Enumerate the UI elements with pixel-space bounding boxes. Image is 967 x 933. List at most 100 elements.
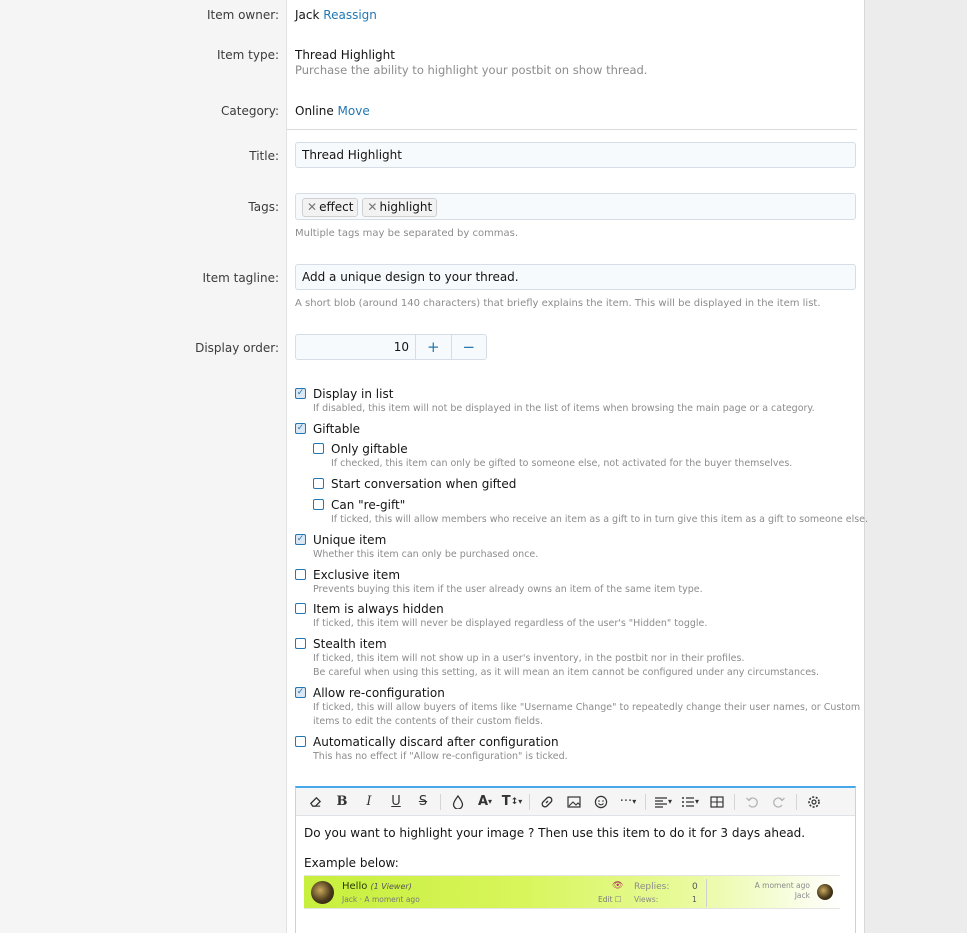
option-label: Can "re-gift" bbox=[331, 498, 406, 512]
avatar bbox=[311, 881, 334, 904]
tags-hint: Multiple tags may be separated by commas… bbox=[295, 228, 519, 239]
option-hint-2: Be careful when using this setting, as i… bbox=[313, 667, 820, 678]
option-label: Item is always hidden bbox=[313, 602, 444, 616]
tags-label: Tags: bbox=[248, 200, 279, 214]
section-divider bbox=[287, 129, 857, 130]
checkbox[interactable]: ✓ bbox=[295, 388, 306, 399]
item-type-desc: Purchase the ability to highlight your p… bbox=[295, 63, 648, 77]
category-label: Category: bbox=[221, 104, 279, 118]
option-always-hidden[interactable]: Item is always hidden bbox=[295, 602, 444, 616]
tag-chip[interactable]: ✕ effect bbox=[302, 198, 359, 217]
checkbox[interactable] bbox=[313, 443, 324, 454]
underline-icon[interactable]: U bbox=[385, 792, 407, 812]
checkbox[interactable] bbox=[295, 603, 306, 614]
remove-tag-icon[interactable]: ✕ bbox=[367, 200, 377, 214]
settings-icon[interactable] bbox=[803, 792, 825, 812]
avatar bbox=[817, 884, 833, 900]
checkbox[interactable] bbox=[295, 569, 306, 580]
item-owner-label: Item owner: bbox=[206, 8, 279, 22]
strike-icon[interactable]: S bbox=[412, 792, 434, 812]
tag-text: highlight bbox=[379, 200, 433, 214]
tagline-hint: A short blob (around 140 characters) tha… bbox=[295, 298, 821, 309]
checkbox[interactable]: ✓ bbox=[295, 534, 306, 545]
option-label: Only giftable bbox=[331, 442, 408, 456]
checkbox[interactable] bbox=[313, 499, 324, 510]
preview-views-value: 1 bbox=[692, 895, 697, 904]
title-label: Title: bbox=[249, 149, 279, 163]
bold-icon[interactable]: B bbox=[331, 792, 353, 812]
preview-title-text: Hello bbox=[342, 881, 368, 892]
list-icon[interactable]: ▾ bbox=[679, 792, 701, 812]
align-icon[interactable]: ▾ bbox=[652, 792, 674, 812]
checkbox[interactable] bbox=[313, 478, 324, 489]
category-value: Online Move bbox=[295, 104, 370, 118]
redo-icon[interactable] bbox=[768, 792, 790, 812]
italic-icon[interactable]: I bbox=[358, 792, 380, 812]
preview-viewers: (1 Viewer) bbox=[370, 882, 412, 891]
category-name: Online bbox=[295, 104, 334, 118]
option-can-regift[interactable]: Can "re-gift" bbox=[313, 498, 405, 512]
smilie-icon[interactable] bbox=[590, 792, 612, 812]
eye-icon: 👁 bbox=[612, 881, 624, 891]
more-icon[interactable]: ··· ▾ bbox=[617, 792, 639, 812]
editor-toolbar: B I U S A ▾ T ↕ ▾ ··· ▾ ▾ ▾ bbox=[296, 788, 855, 816]
option-auto-discard[interactable]: Automatically discard after configuratio… bbox=[295, 735, 559, 749]
description-line-1: Do you want to highlight your image ? Th… bbox=[304, 826, 806, 840]
item-owner-value: Jack Reassign bbox=[295, 8, 377, 22]
preview-edit: Edit ☐ bbox=[598, 895, 622, 904]
option-unique-item[interactable]: ✓ Unique item bbox=[295, 533, 386, 547]
option-exclusive-item[interactable]: Exclusive item bbox=[295, 568, 400, 582]
tag-text: effect bbox=[319, 200, 354, 214]
option-label: Unique item bbox=[313, 533, 387, 547]
tagline-input[interactable]: Add a unique design to your thread. bbox=[295, 264, 856, 290]
preview-last-user: Jack bbox=[794, 891, 810, 900]
tagline-label: Item tagline: bbox=[202, 271, 279, 285]
owner-name: Jack bbox=[295, 8, 320, 22]
option-hint: This has no effect if "Allow re-configur… bbox=[313, 751, 568, 762]
option-allow-reconfiguration[interactable]: ✓ Allow re-configuration bbox=[295, 686, 445, 700]
preview-edit-text: Edit bbox=[598, 895, 613, 904]
eraser-icon[interactable] bbox=[304, 792, 326, 812]
option-giftable[interactable]: ✓ Giftable bbox=[295, 422, 360, 436]
decrement-button[interactable]: − bbox=[450, 335, 487, 359]
link-icon[interactable] bbox=[536, 792, 558, 812]
title-input[interactable]: Thread Highlight bbox=[295, 142, 856, 168]
display-order-label: Display order: bbox=[195, 341, 279, 355]
option-only-giftable[interactable]: Only giftable bbox=[313, 442, 408, 456]
tags-input[interactable]: ✕ effect ✕ highlight bbox=[295, 193, 856, 220]
preview-divider bbox=[706, 879, 707, 907]
reassign-link[interactable]: Reassign bbox=[323, 8, 377, 22]
tag-chip[interactable]: ✕ highlight bbox=[362, 198, 438, 217]
display-order-stepper: 10 + − bbox=[295, 334, 487, 360]
toolbar-separator bbox=[529, 793, 530, 810]
option-start-conversation[interactable]: Start conversation when gifted bbox=[313, 477, 516, 491]
display-order-input[interactable]: 10 bbox=[296, 335, 416, 359]
option-label: Start conversation when gifted bbox=[331, 477, 517, 491]
preview-replies-value: 0 bbox=[692, 882, 698, 892]
option-label: Display in list bbox=[313, 387, 394, 401]
move-link[interactable]: Move bbox=[338, 104, 370, 118]
option-label: Automatically discard after configuratio… bbox=[313, 735, 559, 749]
option-label: Giftable bbox=[313, 422, 361, 436]
toolbar-separator bbox=[796, 793, 797, 810]
preview-last-time: A moment ago bbox=[754, 881, 810, 890]
color-icon[interactable] bbox=[447, 792, 469, 812]
option-stealth-item[interactable]: Stealth item bbox=[295, 637, 387, 651]
checkbox[interactable] bbox=[295, 638, 306, 649]
description-line-2: Example below: bbox=[304, 856, 399, 870]
toolbar-separator bbox=[440, 793, 441, 810]
checkbox[interactable]: ✓ bbox=[295, 687, 306, 698]
table-icon[interactable] bbox=[706, 792, 728, 812]
remove-tag-icon[interactable]: ✕ bbox=[307, 200, 317, 214]
option-display-in-list[interactable]: ✓ Display in list bbox=[295, 387, 393, 401]
font-size-icon[interactable]: T ↕ ▾ bbox=[501, 792, 523, 812]
increment-button[interactable]: + bbox=[416, 335, 451, 359]
option-hint: If ticked, this will allow members who r… bbox=[331, 514, 869, 525]
checkbox[interactable]: ✓ bbox=[295, 423, 306, 434]
image-icon[interactable] bbox=[563, 792, 585, 812]
font-family-icon[interactable]: A ▾ bbox=[474, 792, 496, 812]
checkbox[interactable] bbox=[295, 736, 306, 747]
undo-icon[interactable] bbox=[741, 792, 763, 812]
editor-content[interactable]: Do you want to highlight your image ? Th… bbox=[296, 816, 855, 880]
option-hint-2: items to edit the contents of their cust… bbox=[313, 716, 544, 727]
